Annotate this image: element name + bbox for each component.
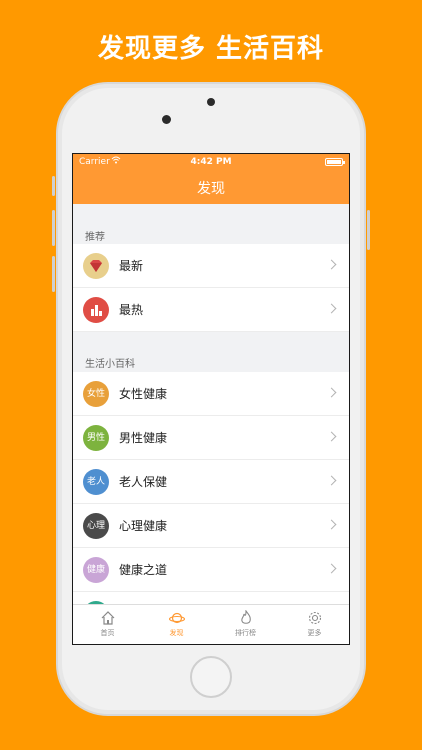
list-item-newest[interactable]: 最新 <box>73 244 349 288</box>
page-title: 发现 <box>197 181 225 197</box>
list-item-mental-health[interactable]: 心理 心理健康 <box>73 504 349 548</box>
list-item-label: 男性健康 <box>119 431 168 445</box>
list-item-label: 健康之道 <box>119 563 168 577</box>
tab-home[interactable]: 首页 <box>73 605 142 644</box>
chevron-right-icon <box>326 431 337 442</box>
category-badge: 男性 <box>83 425 109 451</box>
chevron-right-icon <box>326 519 337 530</box>
list-item-label: 女性健康 <box>119 387 168 401</box>
list-item-health-way[interactable]: 健康 健康之道 <box>73 548 349 592</box>
list-item-label: 最新 <box>119 259 144 273</box>
chevron-right-icon <box>326 259 337 270</box>
list-item-mens-health[interactable]: 男性 男性健康 <box>73 416 349 460</box>
tab-more[interactable]: 更多 <box>280 605 349 644</box>
fire-chart-icon <box>83 297 109 323</box>
tab-label: 排行榜 <box>235 629 256 637</box>
list-item-hottest[interactable]: 最热 <box>73 288 349 332</box>
category-badge: 心理 <box>83 513 109 539</box>
app-screen: Carrier 4:42 PM 发现 推荐 最新 最热 生活小百科 女性 女性健… <box>72 153 350 645</box>
tab-discover[interactable]: 发现 <box>142 605 211 644</box>
encyclopedia-list: 女性 女性健康 男性 男性健康 老人 老人保健 心理 心理健康 健康 健康之道 <box>73 372 349 636</box>
list-item-label: 心理健康 <box>119 519 168 533</box>
phone-volume-down <box>52 256 55 292</box>
navigation-bar: Carrier 4:42 PM 发现 <box>73 154 349 204</box>
promo-title: 发现更多 生活百科 <box>97 34 325 64</box>
gem-icon <box>83 253 109 279</box>
phone-power-button <box>367 210 370 250</box>
tab-ranking[interactable]: 排行榜 <box>211 605 280 644</box>
phone-speaker <box>207 98 215 106</box>
recommend-list: 最新 最热 <box>73 244 349 332</box>
phone-volume-up <box>52 210 55 246</box>
list-item-label: 老人保健 <box>119 475 168 489</box>
tab-label: 更多 <box>307 629 322 637</box>
status-bar: Carrier 4:42 PM <box>73 154 349 170</box>
list-item-elderly-care[interactable]: 老人 老人保健 <box>73 460 349 504</box>
home-icon <box>101 611 114 625</box>
battery-icon <box>325 158 345 166</box>
gear-icon <box>308 611 321 625</box>
planet-icon <box>168 612 185 624</box>
category-badge: 老人 <box>83 469 109 495</box>
list-item-label: 最热 <box>119 303 144 317</box>
section-header-recommend: 推荐 <box>85 232 105 243</box>
tab-label: 首页 <box>100 629 115 637</box>
section-header-encyclopedia: 生活小百科 <box>85 359 135 370</box>
tab-bar: 首页 发现 排行榜 更多 <box>73 604 349 644</box>
chevron-right-icon <box>326 387 337 398</box>
tab-label: 发现 <box>169 629 184 637</box>
status-time: 4:42 PM <box>190 157 232 167</box>
phone-camera <box>162 115 171 124</box>
chevron-right-icon <box>326 563 337 574</box>
chevron-right-icon <box>326 303 337 314</box>
home-button[interactable] <box>190 656 232 698</box>
list-item-womens-health[interactable]: 女性 女性健康 <box>73 372 349 416</box>
flame-icon <box>240 610 251 624</box>
chevron-right-icon <box>326 475 337 486</box>
category-badge: 女性 <box>83 381 109 407</box>
category-badge: 健康 <box>83 557 109 583</box>
phone-side-button <box>52 176 55 196</box>
